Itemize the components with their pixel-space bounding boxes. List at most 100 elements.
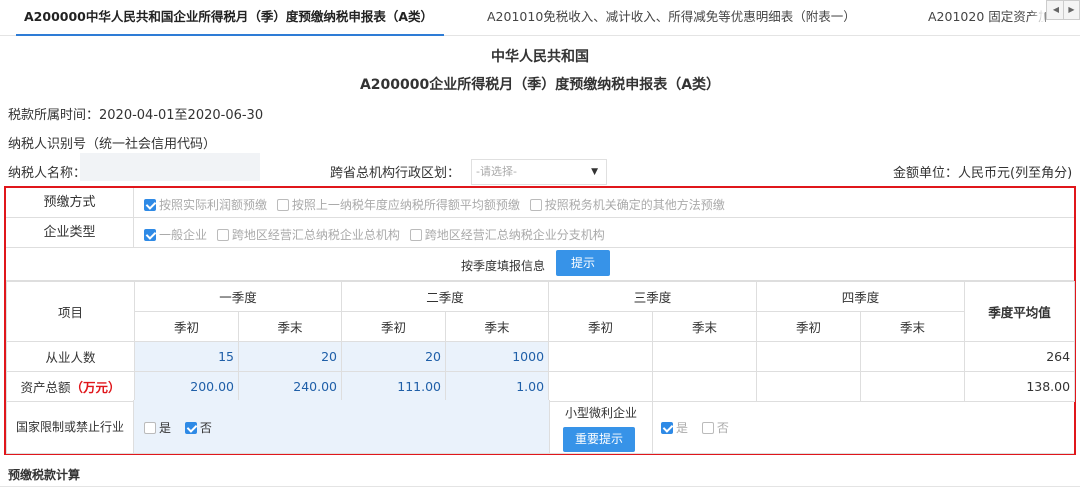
small-enterprise-cell: 小型微利企业 重要提示 xyxy=(549,400,653,454)
checkbox-icon[interactable] xyxy=(216,229,229,241)
q2-end-header: 季末 xyxy=(445,311,550,342)
prepay-option-2-label: 按照上一纳税年度应纳税所得额平均额预缴 xyxy=(291,198,520,212)
taxpayer-name-label: 纳税人名称： xyxy=(8,166,87,181)
section-title: 预缴税款计算 xyxy=(8,468,81,482)
assets-unit-label: （万元） xyxy=(70,380,121,395)
prepay-option-1-label: 按照实际利润额预缴 xyxy=(159,198,268,212)
row-label-employees: 从业人数 xyxy=(6,341,135,372)
checkbox-icon[interactable] xyxy=(144,422,156,434)
q4-start-header: 季初 xyxy=(756,311,862,342)
employees-q4-end xyxy=(860,341,966,372)
enterprise-type-row: 企业类型 一般企业 跨地区经营汇总纳税企业总机构 跨地区经营汇总纳税企业分支机构 xyxy=(6,218,1074,248)
q2-start-header: 季初 xyxy=(341,311,447,342)
restricted-industry-label: 国家限制或禁止行业 xyxy=(6,400,134,454)
checkbox-icon[interactable] xyxy=(701,422,714,434)
taxpayer-name-field xyxy=(80,153,260,181)
enterprise-option-1-label: 一般企业 xyxy=(159,228,208,242)
employees-avg: 264 xyxy=(964,341,1076,372)
table-row-employees: 从业人数 15 20 20 1000 264 xyxy=(6,341,1076,372)
small-yes-label: 是 xyxy=(676,421,689,435)
region-label: 跨省总机构行政区划： xyxy=(330,166,461,181)
prepay-option-3-label: 按照税务机关确定的其他方法预缴 xyxy=(544,198,725,212)
divider xyxy=(0,486,1080,487)
assets-q2-start[interactable]: 111.00 xyxy=(341,371,447,402)
tax-period: 税款所属时间：2020-04-01至2020-06-30 xyxy=(8,108,264,123)
employees-q1-end[interactable]: 20 xyxy=(237,341,343,372)
important-notice-button[interactable]: 重要提示 xyxy=(563,427,635,452)
tab-a201020[interactable]: A201020 固定资产加速折旧 xyxy=(928,0,1046,36)
tab-fade xyxy=(1030,0,1044,34)
employees-q2-end[interactable]: 1000 xyxy=(445,341,550,372)
assets-q4-start xyxy=(756,371,862,402)
small-enterprise-label: 小型微利企业 xyxy=(564,406,637,420)
hint-button[interactable]: 提示 xyxy=(556,250,610,276)
q1-header: 一季度 xyxy=(133,281,343,312)
q3-start-header: 季初 xyxy=(548,311,654,342)
row-label-assets: 资产总额（万元） xyxy=(6,371,135,402)
checkbox-checked-icon[interactable] xyxy=(661,422,673,434)
chevron-right-icon[interactable]: ▶ xyxy=(1063,0,1080,20)
restriction-section: 国家限制或禁止行业 是 否 小型微利企业 重要提示 是 否 xyxy=(6,400,1074,454)
enterprise-type-label: 企业类型 xyxy=(6,218,134,247)
employees-q4-start xyxy=(756,341,862,372)
taxid-label: 纳税人识别号（统一社会信用代码） xyxy=(8,137,217,152)
prepay-option-2[interactable]: 按照上一纳税年度应纳税所得额平均额预缴 xyxy=(276,198,520,212)
avg-header: 季度平均值 xyxy=(964,281,1076,342)
quarterly-table: 项目 一季度 二季度 三季度 四季度 季度平均值 季初 季末 季初 季末 季初 … xyxy=(6,281,1076,402)
table-row-assets: 资产总额（万元） 200.00 240.00 111.00 1.00 138.0… xyxy=(6,371,1076,402)
small-no-label: 否 xyxy=(716,421,729,435)
enterprise-option-3[interactable]: 跨地区经营汇总纳税企业分支机构 xyxy=(409,228,605,242)
checkbox-checked-icon[interactable] xyxy=(144,229,156,241)
q4-header: 四季度 xyxy=(756,281,966,312)
prepay-option-3[interactable]: 按照税务机关确定的其他方法预缴 xyxy=(529,198,725,212)
q2-header: 二季度 xyxy=(341,281,550,312)
tab-a200000[interactable]: A200000中华人民共和国企业所得税月（季）度预缴纳税申报表（A类） xyxy=(16,0,444,36)
q3-end-header: 季末 xyxy=(652,311,758,342)
prepay-method-label: 预缴方式 xyxy=(6,188,134,217)
restricted-yes-label: 是 xyxy=(159,421,172,435)
prepay-method-row: 预缴方式 按照实际利润额预缴 按照上一纳税年度应纳税所得额平均额预缴 按照税务机… xyxy=(6,188,1074,218)
assets-label: 资产总额 xyxy=(20,380,71,395)
quarter-info-row: 按季度填报信息 提示 xyxy=(6,248,1074,281)
assets-q3-start xyxy=(548,371,654,402)
employees-q2-start[interactable]: 20 xyxy=(341,341,447,372)
enterprise-option-1[interactable]: 一般企业 xyxy=(144,228,207,242)
restricted-no-label: 否 xyxy=(199,421,212,435)
restricted-options: 是 否 xyxy=(144,419,212,436)
quarter-info-label: 按季度填报信息 xyxy=(461,259,546,273)
prepay-option-1[interactable]: 按照实际利润额预缴 xyxy=(144,198,267,212)
employees-q1-start[interactable]: 15 xyxy=(134,341,239,372)
caret-down-icon: ▼ xyxy=(591,167,598,177)
small-options: 是 否 xyxy=(661,419,729,436)
item-header: 项目 xyxy=(6,281,135,342)
prepay-options: 按照实际利润额预缴 按照上一纳税年度应纳税所得额平均额预缴 按照税务机关确定的其… xyxy=(144,196,731,213)
assets-q4-end xyxy=(860,371,966,402)
q1-end-header: 季末 xyxy=(237,311,343,342)
q3-header: 三季度 xyxy=(548,281,758,312)
amount-unit: 金额单位：人民币元(列至角分) xyxy=(893,166,1073,181)
checkbox-icon[interactable] xyxy=(529,199,542,211)
tab-a201010[interactable]: A201010免税收入、减计收入、所得减免等优惠明细表（附表一） xyxy=(487,0,856,36)
employees-q3-end xyxy=(652,341,758,372)
assets-q1-end[interactable]: 240.00 xyxy=(237,371,343,402)
restricted-industry-field: 是 否 xyxy=(134,400,549,454)
checkbox-icon[interactable] xyxy=(276,199,289,211)
assets-q1-start[interactable]: 200.00 xyxy=(134,371,239,402)
region-select[interactable]: -请选择- ▼ xyxy=(471,159,607,185)
small-enterprise-field: 是 否 xyxy=(653,400,1074,454)
enterprise-option-2-label: 跨地区经营汇总纳税企业总机构 xyxy=(231,228,400,242)
region-select-value: -请选择- xyxy=(476,165,517,178)
tab-bar: A200000中华人民共和国企业所得税月（季）度预缴纳税申报表（A类） A201… xyxy=(0,0,1080,36)
assets-avg: 138.00 xyxy=(964,371,1076,402)
assets-q2-end[interactable]: 1.00 xyxy=(445,371,550,402)
assets-q3-end xyxy=(652,371,758,402)
checkbox-checked-icon[interactable] xyxy=(184,422,197,434)
checkbox-icon[interactable] xyxy=(409,229,422,241)
q4-end-header: 季末 xyxy=(860,311,966,342)
page-subtitle: A200000企业所得税月（季）度预缴纳税申报表（A类） xyxy=(359,77,721,93)
enterprise-options: 一般企业 跨地区经营汇总纳税企业总机构 跨地区经营汇总纳税企业分支机构 xyxy=(144,226,611,243)
enterprise-option-2[interactable]: 跨地区经营汇总纳税企业总机构 xyxy=(216,228,400,242)
checkbox-checked-icon[interactable] xyxy=(144,199,156,211)
page-title: 中华人民共和国 xyxy=(491,49,589,65)
employees-q3-start xyxy=(548,341,654,372)
